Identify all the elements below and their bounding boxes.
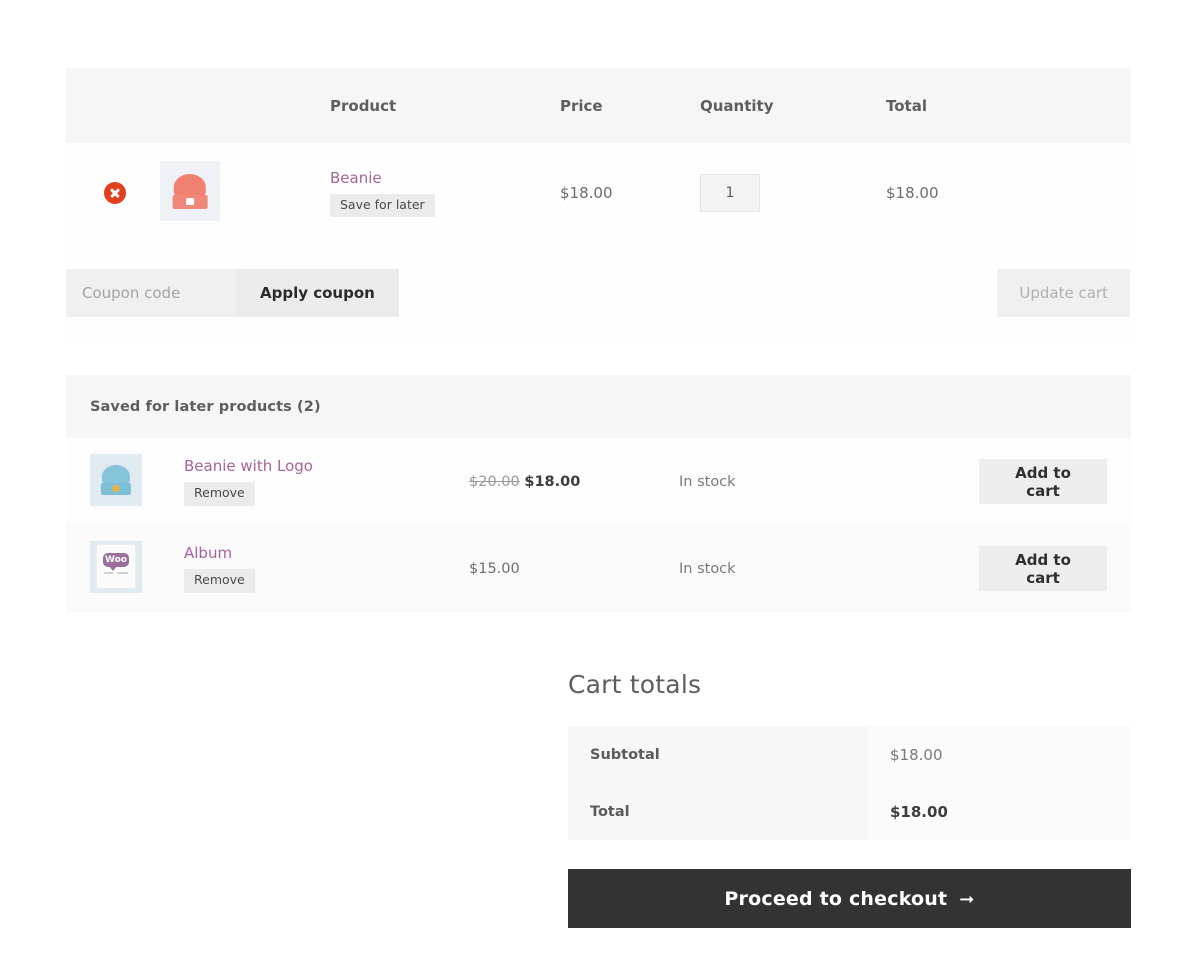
cart-table-body: Beanie Save for later $18.00 $18.00 Appl… [66, 143, 1131, 343]
cart-item-row: Beanie Save for later $18.00 $18.00 [66, 143, 1131, 243]
cart-totals-section: Cart totals Subtotal $18.00 Total $18.00… [568, 670, 1131, 928]
header-total: Total [886, 68, 1131, 143]
album-woo-thumbnail[interactable]: Woo [90, 541, 142, 593]
header-remove [66, 68, 154, 143]
coupon-group: Apply coupon [66, 269, 560, 317]
subtotal-row: Subtotal $18.00 [568, 726, 1131, 783]
beanie-logo-patch-shape [112, 485, 120, 493]
saved-product-info: Album Remove [184, 544, 469, 593]
cart-table: Product Price Quantity Total [66, 68, 1131, 343]
save-for-later-button[interactable]: Save for later [330, 194, 435, 218]
header-thumbnail [154, 68, 330, 143]
coupon-actions-row: Apply coupon Update cart [66, 243, 1131, 343]
beanie-crown-shape [102, 465, 130, 484]
saved-for-later-heading: Saved for later products (2) [66, 375, 1131, 438]
beanie-blue-logo-thumbnail[interactable] [90, 454, 142, 506]
add-to-cart-button[interactable]: Add to cart [979, 546, 1107, 591]
sale-price: $18.00 [524, 474, 580, 490]
thumbnail-cell [154, 143, 330, 243]
saved-action-cell: Add to cart [979, 459, 1107, 504]
update-cart-button[interactable]: Update cart [997, 269, 1130, 317]
saved-action-cell: Add to cart [979, 546, 1107, 591]
saved-thumbnail-cell [90, 454, 184, 510]
saved-product-info: Beanie with Logo Remove [184, 457, 469, 506]
saved-item-row: Woo Album Remove $15.00 In stock Add to … [66, 525, 1131, 612]
product-price-cell: $18.00 [560, 143, 700, 243]
saved-product-price: $20.00 $18.00 [469, 474, 679, 490]
saved-item-row: Beanie with Logo Remove $20.00 $18.00 In… [66, 438, 1131, 525]
beanie-tag-shape [186, 198, 194, 205]
shop-table-container: Product Price Quantity Total [66, 68, 1131, 343]
saved-stock-status: In stock [679, 561, 979, 577]
remove-saved-item-button[interactable]: Remove [184, 569, 255, 593]
total-row: Total $18.00 [568, 783, 1131, 840]
regular-price: $15.00 [469, 561, 520, 577]
header-price: Price [560, 68, 700, 143]
beanie-coral-thumbnail[interactable] [160, 161, 220, 221]
product-name-cell: Beanie Save for later [330, 143, 560, 243]
original-price: $20.00 [469, 474, 520, 490]
arrow-right-icon: ➞ [959, 889, 974, 910]
saved-for-later-section: Saved for later products (2) Beanie with… [66, 375, 1131, 612]
header-product: Product [330, 68, 560, 143]
remove-saved-item-button[interactable]: Remove [184, 482, 255, 506]
total-label: Total [568, 783, 868, 840]
subtotal-label: Subtotal [568, 726, 868, 783]
saved-stock-status: In stock [679, 474, 979, 490]
album-cover-shape: Woo [96, 544, 137, 589]
subtotal-value: $18.00 [868, 726, 1131, 783]
product-total-cell: $18.00 [886, 143, 1131, 243]
saved-thumbnail-cell: Woo [90, 541, 184, 597]
proceed-to-checkout-button[interactable]: Proceed to checkout ➞ [568, 869, 1131, 928]
remove-cell [66, 143, 154, 243]
coupon-code-input[interactable] [66, 269, 236, 317]
album-text-line [117, 572, 128, 574]
product-link-album[interactable]: Album [184, 544, 469, 562]
header-quantity: Quantity [700, 68, 886, 143]
woo-logo-icon: Woo [103, 553, 129, 568]
cart-table-head: Product Price Quantity Total [66, 68, 1131, 143]
product-link-beanie[interactable]: Beanie [330, 169, 560, 187]
checkout-label: Proceed to checkout [724, 888, 947, 910]
quantity-input[interactable] [700, 174, 760, 212]
cart-totals-table: Subtotal $18.00 Total $18.00 [568, 726, 1131, 840]
remove-item-icon[interactable] [104, 182, 126, 204]
cart-header-row: Product Price Quantity Total [66, 68, 1131, 143]
saved-product-price: $15.00 [469, 561, 679, 577]
add-to-cart-button[interactable]: Add to cart [979, 459, 1107, 504]
apply-coupon-button[interactable]: Apply coupon [236, 269, 399, 317]
cart-totals-title: Cart totals [568, 670, 1131, 699]
cart-page: Product Price Quantity Total [0, 0, 1194, 980]
total-value: $18.00 [868, 783, 1131, 840]
product-quantity-cell [700, 143, 886, 243]
album-text-line [104, 572, 113, 574]
product-link-beanie-with-logo[interactable]: Beanie with Logo [184, 457, 469, 475]
update-cart-cell: Update cart [560, 243, 1131, 343]
coupon-cell: Apply coupon [66, 243, 560, 343]
beanie-crown-shape [174, 174, 206, 196]
